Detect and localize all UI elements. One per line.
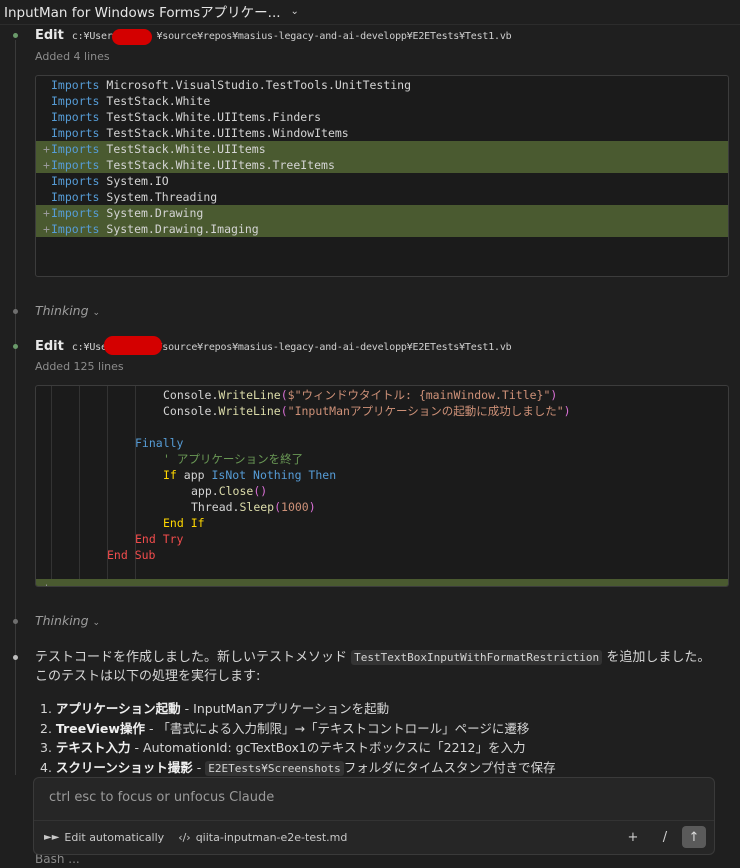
code-line: Imports System.Threading — [51, 190, 218, 204]
arrow-up-icon: ↑ — [688, 829, 700, 845]
list-item: 2. TreeView操作 - 「書式による入力制限」→「テキストコントロール」… — [40, 720, 530, 736]
inline-code: E2ETests¥Screenshots — [205, 760, 344, 776]
send-button[interactable]: ↑ — [682, 826, 706, 848]
added-code-line: + — [36, 579, 728, 586]
added-code-line: + Imports System.Drawing.Imaging — [36, 221, 728, 237]
title-divider — [0, 24, 740, 25]
added-code-line: + Imports TestStack.White.UIItems — [36, 141, 728, 157]
redaction-mark — [112, 29, 152, 45]
title-bar: InputMan for Windows Formsアプリケー... ⌄ — [0, 0, 740, 22]
code-line: End Try — [135, 532, 184, 546]
chevron-down-icon: ⌄ — [92, 618, 101, 628]
step-list: 1. アプリケーション起動 - InputManアプリケーションを起動 2. T… — [40, 699, 730, 777]
code-line: Imports Microsoft.VisualStudio.TestTools… — [51, 78, 412, 92]
chat-input-panel: ctrl esc to focus or unfocus Claude ►► E… — [33, 777, 715, 855]
code-line: ' アプリケーションを終了 — [163, 452, 304, 466]
input-toolbar: ►► Edit automatically ‹/› qiita-inputman… — [44, 824, 706, 850]
chevron-down-icon[interactable]: ⌄ — [291, 6, 299, 17]
code-line: End If — [163, 516, 205, 530]
added-code-line: + Imports System.Drawing — [36, 205, 728, 221]
timeline-dot — [13, 309, 18, 314]
code-line: Imports TestStack.White.UIItems.WindowIt… — [51, 126, 349, 140]
attached-file[interactable]: ‹/› qiita-inputman-e2e-test.md — [178, 831, 347, 844]
edit-mode-toggle[interactable]: ►► Edit automatically — [44, 831, 164, 844]
edit-label: Edit — [35, 339, 64, 354]
code-line: If app IsNot Nothing Then — [163, 468, 337, 482]
code-line: app.Close() — [191, 484, 268, 498]
thinking-toggle[interactable]: Thinking ⌄ — [35, 303, 100, 318]
timeline-dot — [13, 655, 18, 660]
chat-input[interactable]: ctrl esc to focus or unfocus Claude — [49, 790, 274, 805]
redaction-mark — [104, 336, 162, 355]
diff-lines: Imports Microsoft.VisualStudio.TestTools… — [36, 76, 728, 237]
list-item: 4. スクリーンショット撮影 - E2ETests¥Screenshots フォル… — [40, 759, 556, 776]
timeline-dot — [13, 33, 18, 38]
code-line: Thread.Sleep(1000) — [191, 500, 316, 514]
code-line: Imports System.IO — [51, 174, 169, 188]
edit-label: Edit — [35, 28, 64, 43]
list-item: 3. テキスト入力 - AutomationId: gcTextBox1のテキス… — [40, 740, 526, 755]
assistant-message: テストコードを作成しました。新しいテストメソッド TestTextBoxInpu… — [35, 650, 711, 684]
diff-view: Console.WriteLine($"ウィンドウタイトル: {mainWind… — [35, 385, 729, 587]
code-line: End Sub — [107, 548, 156, 562]
fast-forward-icon: ►► — [44, 831, 60, 843]
panel-divider — [34, 820, 714, 821]
window-title[interactable]: InputMan for Windows Formsアプリケー... — [4, 1, 281, 21]
thinking-toggle[interactable]: Thinking ⌄ — [35, 613, 100, 628]
edit-header: Edit c:¥Users ¥source¥repos¥masius-legacy… — [35, 28, 512, 43]
inline-code: TestTextBoxInputWithFormatRestriction — [351, 650, 603, 665]
list-item: 1. アプリケーション起動 - InputManアプリケーションを起動 — [40, 701, 390, 716]
diff-view: Imports Microsoft.VisualStudio.TestTools… — [35, 75, 729, 277]
add-button[interactable]: + — [622, 830, 644, 845]
timeline-dot — [13, 344, 18, 349]
code-line: Finally — [135, 436, 184, 450]
code-line: Console.WriteLine("InputManアプリケーションの起動に成… — [163, 404, 571, 418]
edit-summary: Added 4 lines — [35, 50, 110, 63]
timeline-line — [15, 40, 16, 775]
code-line: Imports TestStack.White — [51, 94, 211, 108]
edit-summary: Added 125 lines — [35, 360, 124, 373]
chevron-down-icon: ⌄ — [92, 308, 101, 318]
added-code-line: + Imports TestStack.White.UIItems.TreeIte… — [36, 157, 728, 173]
slash-command-button[interactable]: / — [654, 830, 676, 845]
code-line: Console.WriteLine($"ウィンドウタイトル: {mainWind… — [163, 388, 558, 402]
timeline-dot — [13, 619, 18, 624]
code-icon: ‹/› — [178, 830, 191, 844]
code-line: Imports TestStack.White.UIItems.Finders — [51, 110, 322, 124]
